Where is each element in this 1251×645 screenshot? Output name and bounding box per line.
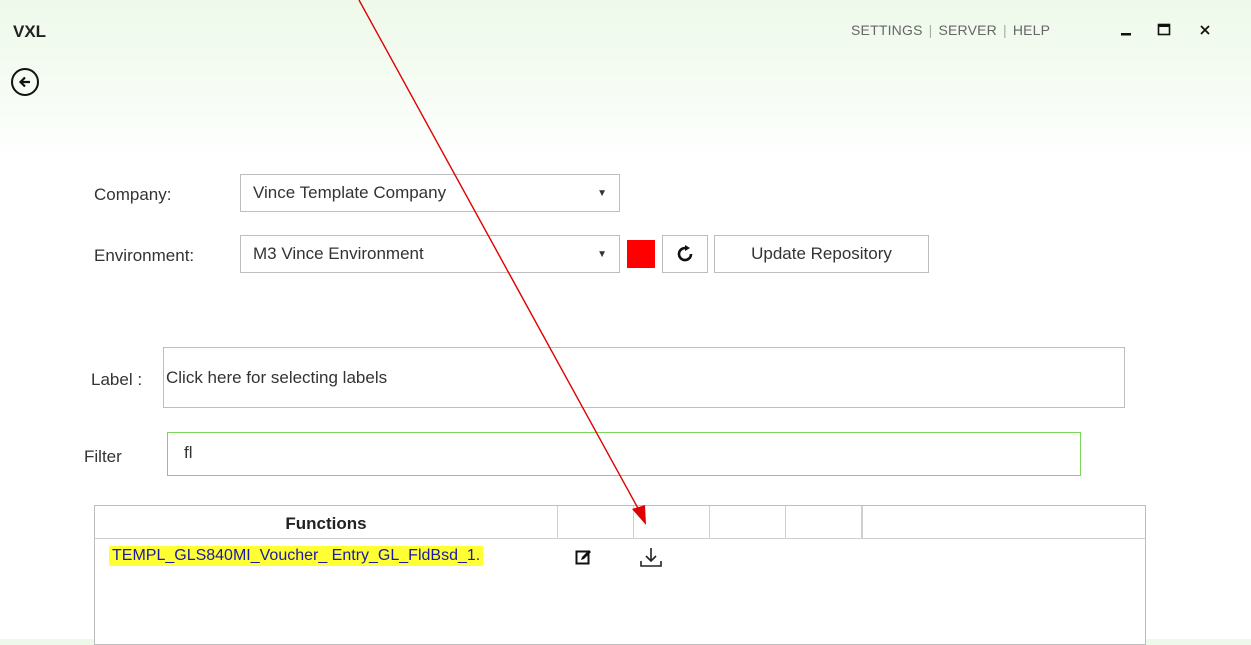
- top-navigation: SETTINGS | SERVER | HELP: [851, 22, 1050, 38]
- environment-select[interactable]: M3 Vince Environment ▼: [240, 235, 620, 273]
- chevron-down-icon: ▼: [597, 248, 607, 260]
- functions-header: Functions: [285, 514, 367, 533]
- settings-link[interactable]: SETTINGS: [851, 22, 923, 38]
- back-button[interactable]: [11, 68, 39, 96]
- close-icon: [1200, 25, 1210, 35]
- environment-value: M3 Vince Environment: [253, 244, 424, 263]
- function-name[interactable]: TEMPL_GLS840MI_Voucher_ Entry_GL_FldBsd_…: [109, 546, 484, 566]
- company-label: Company:: [94, 185, 172, 204]
- update-repository-button[interactable]: Update Repository: [714, 235, 929, 273]
- table-row[interactable]: TEMPL_GLS840MI_Voucher_ Entry_GL_FldBsd_…: [95, 540, 1145, 574]
- company-select[interactable]: Vince Template Company ▼: [240, 174, 620, 212]
- header-column: [862, 506, 863, 538]
- header-column: [786, 506, 862, 538]
- filter-input[interactable]: fl: [167, 432, 1081, 476]
- back-arrow-icon: [18, 76, 30, 88]
- maximize-button[interactable]: [1150, 16, 1178, 44]
- nav-separator: |: [1002, 22, 1007, 38]
- company-value: Vince Template Company: [253, 183, 447, 202]
- header-column: [558, 506, 634, 538]
- app-title: VXL: [13, 22, 47, 41]
- edit-icon[interactable]: [575, 548, 593, 566]
- help-link[interactable]: HELP: [1013, 22, 1050, 38]
- server-link[interactable]: SERVER: [938, 22, 997, 38]
- label-field-label: Label :: [91, 370, 143, 389]
- refresh-icon: [677, 245, 693, 262]
- download-icon[interactable]: [638, 546, 664, 570]
- maximize-icon: [1157, 23, 1171, 36]
- filter-label: Filter: [84, 447, 122, 466]
- functions-grid: Functions TEMPL_GLS840MI_Voucher_ Entry_…: [94, 505, 1146, 645]
- minimize-button[interactable]: [1112, 16, 1140, 44]
- refresh-button[interactable]: [662, 235, 708, 273]
- close-button[interactable]: [1191, 16, 1219, 44]
- chevron-down-icon: ▼: [597, 187, 607, 199]
- minimize-icon: [1121, 33, 1131, 36]
- environment-status-indicator: [627, 240, 655, 268]
- label-selector[interactable]: Click here for selecting labels: [163, 347, 1125, 408]
- grid-header: Functions: [95, 506, 1145, 539]
- nav-separator: |: [928, 22, 933, 38]
- header-column: [710, 506, 786, 538]
- header-column: [634, 506, 710, 538]
- environment-label: Environment:: [94, 246, 195, 265]
